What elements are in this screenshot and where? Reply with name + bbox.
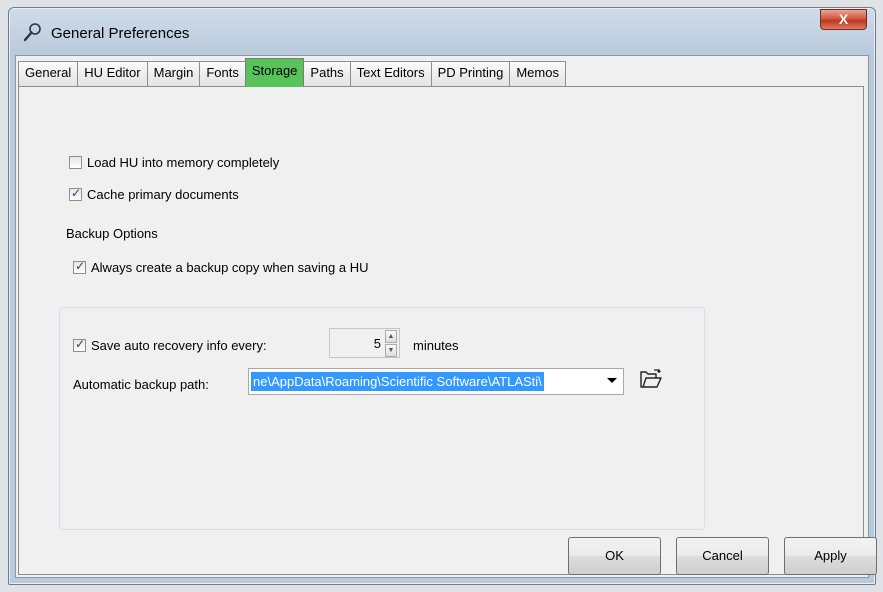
spin-up-icon[interactable]: ▲ (385, 330, 397, 343)
always-backup-label: Always create a backup copy when saving … (91, 260, 369, 275)
cache-docs-checkbox-row[interactable]: Cache primary documents (69, 186, 239, 202)
cancel-button[interactable]: Cancel (676, 537, 769, 575)
cache-docs-checkbox[interactable] (69, 186, 82, 201)
chevron-down-icon[interactable] (607, 378, 617, 383)
spin-down-icon[interactable]: ▼ (385, 344, 397, 357)
close-button[interactable]: X (820, 9, 867, 30)
ok-button[interactable]: OK (568, 537, 661, 575)
tab-margin[interactable]: Margin (146, 61, 201, 86)
tab-strip: General HU Editor Margin Fonts Storage P… (18, 58, 566, 87)
apply-button[interactable]: Apply (784, 537, 877, 575)
wrench-icon (23, 23, 41, 42)
preferences-window: General Preferences X General HU Editor … (8, 7, 877, 585)
auto-recovery-label: Save auto recovery info every: (91, 338, 267, 353)
load-hu-checkbox-row[interactable]: Load HU into memory completely (69, 155, 279, 170)
dialog-client-area: General HU Editor Margin Fonts Storage P… (15, 55, 877, 578)
tab-text-editors[interactable]: Text Editors (349, 61, 432, 86)
tab-pd-printing[interactable]: PD Printing (430, 61, 511, 86)
storage-tab-panel: Load HU into memory completely Cache pri… (18, 86, 877, 575)
tab-general[interactable]: General (18, 61, 79, 86)
auto-recovery-checkbox-row[interactable]: Save auto recovery info every: (73, 337, 267, 353)
backup-options-label: Backup Options (65, 226, 159, 241)
always-backup-checkbox-row[interactable]: Always create a backup copy when saving … (73, 259, 369, 275)
title-bar[interactable]: General Preferences X (9, 8, 875, 54)
tab-storage[interactable]: Storage (244, 58, 305, 87)
tab-memos[interactable]: Memos (509, 61, 566, 86)
backup-path-label: Automatic backup path: (73, 377, 209, 392)
always-backup-checkbox[interactable] (73, 259, 86, 274)
load-hu-label: Load HU into memory completely (87, 155, 280, 170)
auto-recovery-checkbox[interactable] (73, 337, 86, 352)
tab-fonts[interactable]: Fonts (199, 61, 246, 86)
auto-recovery-value[interactable]: 5 (341, 336, 381, 351)
cache-docs-label: Cache primary documents (87, 187, 239, 202)
backup-path-combo[interactable]: ne\AppData\Roaming\Scientific Software\A… (248, 368, 624, 395)
tab-hu-editor[interactable]: HU Editor (77, 61, 148, 86)
load-hu-checkbox[interactable] (69, 156, 82, 169)
minutes-label: minutes (413, 338, 459, 353)
tab-paths[interactable]: Paths (303, 61, 351, 86)
auto-recovery-spinbox[interactable]: 5 ▲ ▼ (329, 328, 400, 358)
window-title: General Preferences (51, 25, 190, 42)
backup-path-input[interactable]: ne\AppData\Roaming\Scientific Software\A… (251, 372, 544, 391)
open-folder-icon[interactable] (639, 368, 663, 390)
